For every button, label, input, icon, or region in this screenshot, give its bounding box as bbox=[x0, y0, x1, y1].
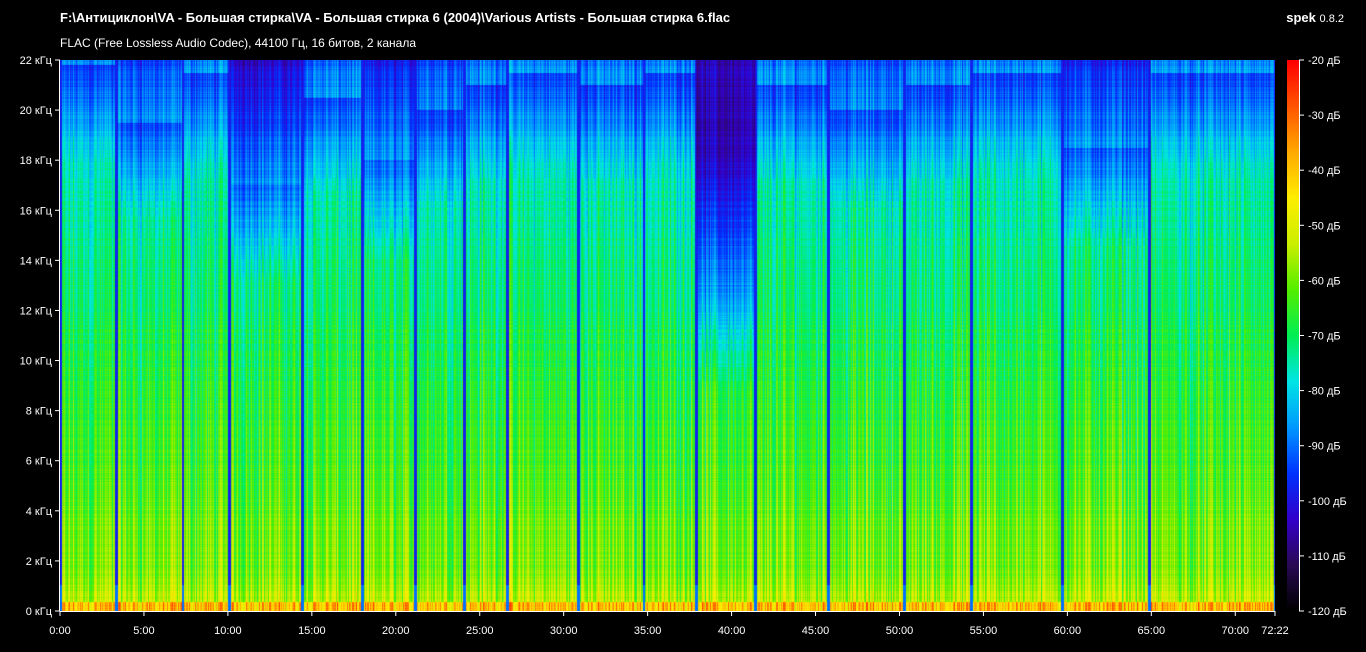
y-tick-label: 20 кГц bbox=[20, 105, 53, 117]
y-tick-label: 10 кГц bbox=[20, 356, 53, 368]
x-tick-label: 20:00 bbox=[382, 625, 410, 637]
y-tick-label: 6 кГц bbox=[26, 456, 53, 468]
legend-tick-label: -60 дБ bbox=[1308, 275, 1341, 287]
x-tick-label: 10:00 bbox=[214, 625, 242, 637]
x-tick-label: 65:00 bbox=[1138, 625, 1166, 637]
x-tick-label: 55:00 bbox=[970, 625, 998, 637]
x-tick-label: 30:00 bbox=[550, 625, 578, 637]
y-tick-label: 4 кГц bbox=[26, 506, 53, 518]
legend-tick-label: -80 дБ bbox=[1308, 386, 1341, 398]
legend-tick-label: -90 дБ bbox=[1308, 441, 1341, 453]
x-tick-label: 40:00 bbox=[718, 625, 746, 637]
x-tick-label: 5:00 bbox=[133, 625, 154, 637]
y-tick-label: 0 кГц bbox=[26, 606, 53, 618]
legend-tick-label: -30 дБ bbox=[1308, 110, 1341, 122]
legend-tick-label: -70 дБ bbox=[1308, 331, 1341, 343]
x-tick-label: 0:00 bbox=[49, 625, 70, 637]
x-tick-label: 70:00 bbox=[1221, 625, 1249, 637]
axes-layer: 0:00 5:00 10:00 15:00 20:00 25:00 30:00 35:00 40… bbox=[20, 55, 1347, 637]
legend-tick-label: -40 дБ bbox=[1308, 165, 1341, 177]
y-tick-label: 18 кГц bbox=[20, 155, 53, 167]
spek-window: F:\Антициклон\VA - Большая стирка\VA - Б… bbox=[0, 0, 1366, 652]
legend-tick-label: -20 дБ bbox=[1308, 55, 1341, 67]
legend-tick-label: -110 дБ bbox=[1308, 551, 1346, 563]
x-tick-label: 50:00 bbox=[886, 625, 914, 637]
x-tick-label: 60:00 bbox=[1054, 625, 1082, 637]
legend-tick-label: -50 дБ bbox=[1308, 220, 1341, 232]
legend-tick-label: -120 дБ bbox=[1308, 606, 1347, 618]
x-tick-label: 15:00 bbox=[298, 625, 326, 637]
y-tick-label: 12 кГц bbox=[20, 305, 53, 317]
y-tick-label: 8 кГц bbox=[26, 406, 53, 418]
x-tick-label: 35:00 bbox=[634, 625, 662, 637]
y-tick-label: 14 кГц bbox=[20, 255, 53, 267]
x-tick-label: 25:00 bbox=[466, 625, 494, 637]
y-tick-label: 2 кГц bbox=[26, 556, 53, 568]
y-tick-label: 22 кГц bbox=[20, 55, 53, 67]
x-end-label: 72:22 bbox=[1261, 625, 1289, 637]
legend-tick-label: -100 дБ bbox=[1308, 496, 1347, 508]
y-tick-label: 16 кГц bbox=[20, 205, 53, 217]
x-tick-label: 45:00 bbox=[802, 625, 830, 637]
